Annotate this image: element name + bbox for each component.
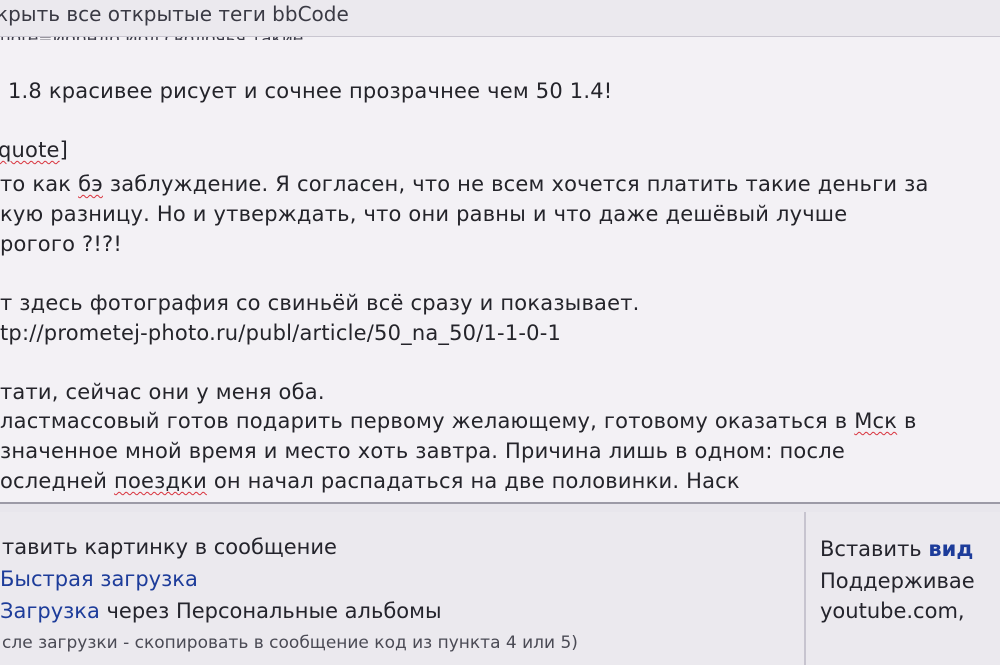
editor-line: ластмассовый готов подарить первому жела…	[0, 409, 917, 433]
insert-image-title: тавить картинку в сообщение	[2, 535, 337, 559]
editor-cutoff-line: uote=Иорндо Иол сволочья такие.	[0, 37, 309, 49]
insert-video-panel: Вставить вид Поддерживае youtube.com,	[806, 512, 1000, 665]
album-upload-suffix: через Персональные альбомы	[99, 599, 442, 623]
supported-sites-label: Поддерживае	[820, 569, 975, 593]
editor-line: т здесь фотография со свиньёй всё сразу …	[0, 291, 640, 315]
close-all-tags-button[interactable]: крыть все открытые теги bbCode	[0, 2, 349, 26]
editor-line: то как бэ заблуждение. Я согласен, что н…	[0, 172, 929, 196]
insert-video-link[interactable]: вид	[928, 537, 973, 561]
quick-upload-link[interactable]: Быстрая загрузка	[0, 567, 198, 591]
bbcode-toolbar: крыть все открытые теги bbCode	[0, 0, 1000, 37]
insert-video-prefix: Вставить	[820, 537, 929, 561]
album-upload-row: Загрузка через Персональные альбомы	[0, 599, 442, 623]
editor-line: оследней поездки он начал распадаться на…	[0, 469, 740, 493]
editor-line: 1.8 красивее рисует и сочнее прозрачнее …	[8, 79, 613, 103]
spellcheck-marked-word: бэ	[78, 172, 103, 196]
spellcheck-marked-word: quote	[0, 138, 60, 162]
editor-line: рогого ?!?!	[0, 232, 122, 256]
editor-line-url: tp://prometej-photo.ru/publ/article/50_n…	[0, 321, 562, 345]
message-textarea[interactable]: uote=Иорндо Иол сволочья такие. 1.8 крас…	[0, 37, 1000, 504]
editor-line: тати, сейчас они у меня оба.	[0, 380, 325, 404]
spellcheck-marked-word: Мск	[854, 409, 898, 433]
upload-note: сле загрузки - скопировать в сообщение к…	[2, 633, 578, 653]
insert-image-panel: тавить картинку в сообщение Быстрая загр…	[0, 512, 806, 665]
supported-sites-list: youtube.com,	[820, 599, 965, 623]
editor-line: значенное мной время и место хоть завтра…	[0, 439, 845, 463]
insert-video-title: Вставить вид	[820, 537, 973, 561]
attachments-panel: тавить картинку в сообщение Быстрая загр…	[0, 512, 1000, 665]
editor-line: кую разницу. Но и утверждать, что они ра…	[0, 202, 848, 226]
album-upload-link[interactable]: Загрузка	[0, 599, 100, 623]
spellcheck-marked-word: поездки	[114, 469, 207, 493]
editor-line-quote-close: quote]	[0, 138, 69, 162]
